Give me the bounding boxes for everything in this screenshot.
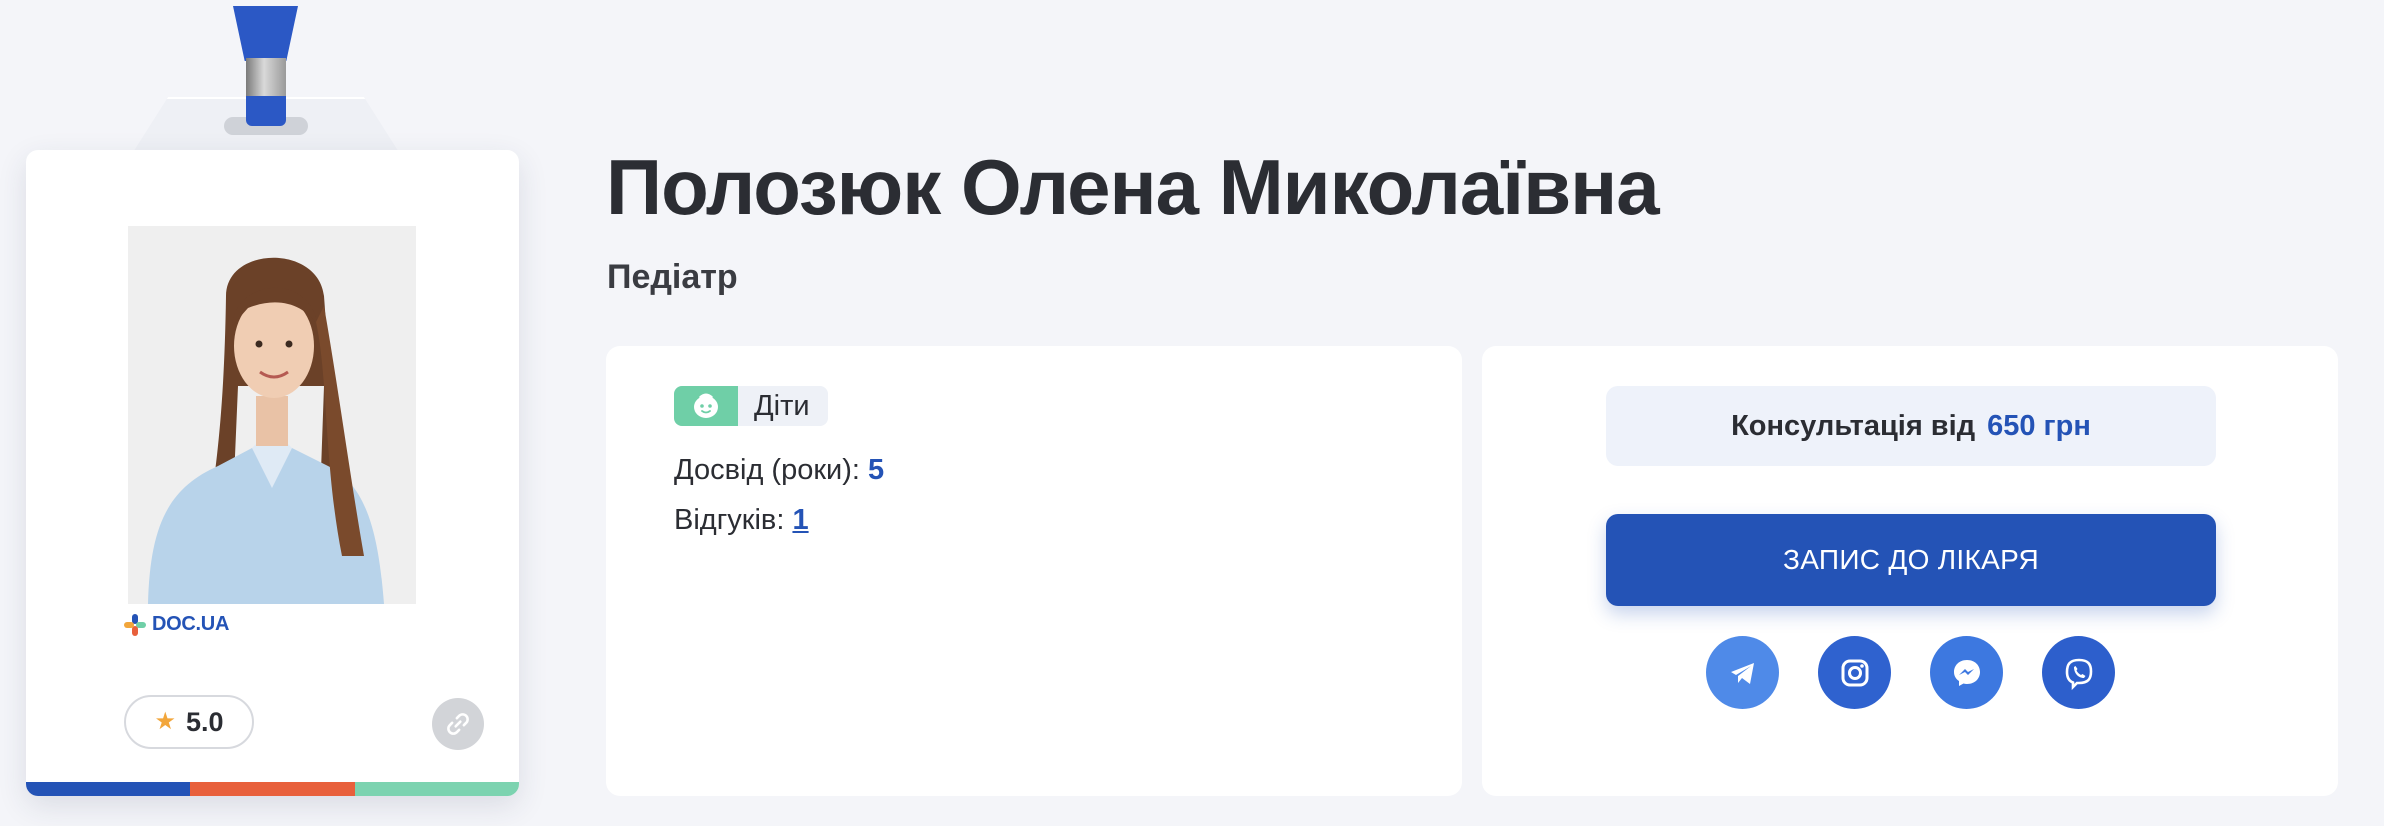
viber-button[interactable] (2042, 636, 2115, 709)
doctor-info-panel: Діти Досвід (роки): 5 Відгуків: 1 (606, 346, 1462, 796)
link-icon (447, 713, 469, 735)
social-share-buttons (1706, 636, 2115, 709)
brand-name: DOC.UA (152, 613, 230, 635)
booking-panel: Консультація від 650 грн ЗАПИС ДО ЛІКАРЯ (1482, 346, 2338, 796)
experience-value: 5 (868, 454, 885, 486)
price-prefix: Консультація від (1731, 409, 1976, 442)
telegram-button[interactable] (1706, 636, 1779, 709)
lanyard-strap (233, 6, 298, 61)
kids-tag-label: Діти (754, 389, 810, 422)
price-value: 650 грн (1987, 409, 2091, 442)
reviews-row: Відгуків: 1 (674, 504, 809, 537)
doctor-badge-card: DOC.UA ★ 5.0 (26, 150, 519, 796)
stripe-orange (190, 782, 355, 796)
rating-value: 5.0 (185, 706, 224, 737)
instagram-button[interactable] (1818, 636, 1891, 709)
doc-ua-logo[interactable]: DOC.UA (124, 613, 229, 636)
viber-icon (2065, 658, 2092, 690)
copy-link-button[interactable] (432, 698, 484, 750)
telegram-icon (1730, 662, 1754, 684)
stripe-green (354, 782, 519, 796)
child-face-icon (674, 386, 738, 426)
messenger-button[interactable] (1930, 636, 2003, 709)
book-appointment-button[interactable]: ЗАПИС ДО ЛІКАРЯ (1606, 514, 2216, 606)
reviews-label: Відгуків: (674, 504, 785, 536)
lanyard-tab (246, 96, 286, 126)
messenger-icon (1953, 659, 1980, 686)
instagram-icon (1841, 659, 1868, 686)
star-icon: ★ (154, 708, 176, 735)
doctor-specialty: Педіатр (607, 258, 738, 296)
consultation-price: Консультація від 650 грн (1606, 386, 2216, 466)
kids-tag: Діти (674, 386, 828, 426)
reviews-count-link[interactable]: 1 (792, 504, 808, 536)
lanyard-clip (246, 58, 286, 98)
doctor-name: Полозюк Олена Миколаївна (606, 143, 1660, 231)
experience-label: Досвід (роки): (674, 454, 860, 486)
stripe-blue (26, 782, 191, 796)
doctor-photo (128, 226, 416, 604)
doc-ua-logo-icon (124, 613, 146, 636)
badge-color-stripes (26, 782, 519, 796)
experience-row: Досвід (роки): 5 (674, 454, 884, 487)
rating-badge[interactable]: ★ 5.0 (124, 695, 254, 749)
